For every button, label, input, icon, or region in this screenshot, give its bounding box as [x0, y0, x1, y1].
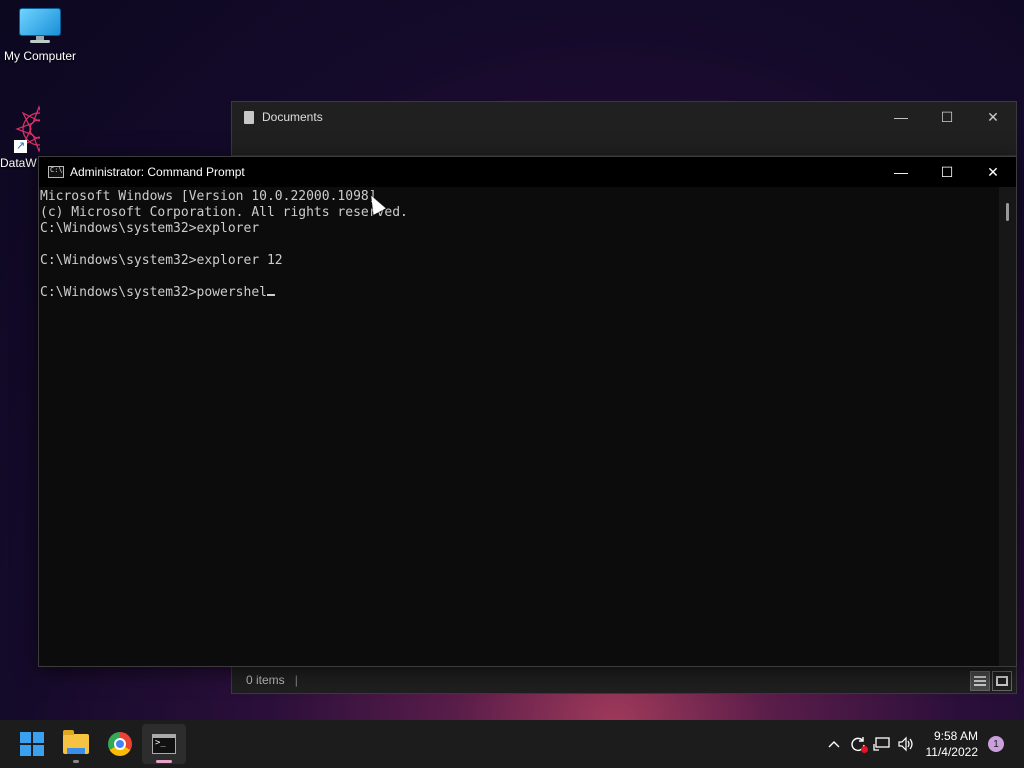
- clock[interactable]: 9:58 AM 11/4/2022: [926, 728, 979, 760]
- tiles-view-icon: [996, 676, 1008, 686]
- monitor-icon: [19, 8, 61, 43]
- file-explorer-taskbar-button[interactable]: [54, 724, 98, 764]
- chrome-taskbar-button[interactable]: [98, 724, 142, 764]
- cmd-scrollbar-thumb[interactable]: [1006, 203, 1009, 221]
- clock-time: 9:58 AM: [933, 729, 978, 743]
- status-separator: |: [294, 673, 298, 687]
- dataw-desktop-icon[interactable]: ↗ DataW: [0, 104, 40, 170]
- file-explorer-icon: [63, 730, 89, 754]
- explorer-titlebar[interactable]: Documents — ☐ ✕: [232, 102, 1016, 132]
- console-current-command: C:\Windows\system32>powershel: [40, 285, 267, 300]
- console-input-line[interactable]: C:\Windows\system32>powershel: [40, 285, 999, 301]
- explorer-close-button[interactable]: ✕: [970, 102, 1016, 132]
- cmd-scrollbar[interactable]: [999, 187, 1016, 666]
- text-cursor: [266, 294, 275, 296]
- shortcut-arrow-icon: ↗: [14, 140, 27, 153]
- my-computer-desktop-icon[interactable]: My Computer: [0, 8, 80, 63]
- network-icon[interactable]: [870, 732, 894, 756]
- item-count: 0 items: [246, 673, 285, 687]
- console-line: Microsoft Windows [Version 10.0.22000.10…: [40, 189, 377, 204]
- system-tray: 9:58 AM 11/4/2022 1: [822, 720, 1024, 768]
- explorer-title: Documents: [262, 110, 323, 124]
- command-prompt-taskbar-button[interactable]: [142, 724, 186, 764]
- start-button[interactable]: [10, 724, 54, 764]
- show-hidden-icons-chevron-icon[interactable]: [822, 732, 846, 756]
- explorer-minimize-button[interactable]: —: [878, 102, 924, 132]
- desktop-icon-label: DataW: [0, 156, 37, 170]
- cmd-icon: [48, 166, 64, 178]
- details-view-button[interactable]: [970, 671, 990, 691]
- cmd-minimize-button[interactable]: —: [878, 157, 924, 187]
- cmd-close-button[interactable]: ✕: [970, 157, 1016, 187]
- command-prompt-window[interactable]: Administrator: Command Prompt — ☐ ✕ Micr…: [38, 156, 1017, 667]
- notification-badge[interactable]: 1: [988, 736, 1004, 752]
- desktop-icon-label: My Computer: [3, 49, 77, 63]
- taskbar: 9:58 AM 11/4/2022 1: [0, 720, 1024, 768]
- explorer-maximize-button[interactable]: ☐: [924, 102, 970, 132]
- document-icon: [244, 110, 254, 124]
- tiles-view-button[interactable]: [992, 671, 1012, 691]
- console-line: C:\Windows\system32>explorer: [40, 221, 260, 236]
- volume-icon[interactable]: [894, 732, 918, 756]
- console-line: C:\Windows\system32>explorer 12: [40, 253, 283, 268]
- explorer-statusbar: 0 items |: [232, 667, 1016, 693]
- cmd-title: Administrator: Command Prompt: [70, 165, 245, 179]
- running-indicator: [156, 760, 172, 763]
- cmd-maximize-button[interactable]: ☐: [924, 157, 970, 187]
- command-prompt-icon: [152, 734, 176, 754]
- explorer-toolbar: [232, 132, 1016, 156]
- running-indicator: [73, 760, 79, 763]
- chrome-icon: [108, 732, 132, 756]
- start-icon: [20, 732, 44, 756]
- details-view-icon: [974, 676, 986, 686]
- clock-date: 11/4/2022: [925, 745, 979, 759]
- console-line: (c) Microsoft Corporation. All rights re…: [40, 205, 408, 220]
- console-output[interactable]: Microsoft Windows [Version 10.0.22000.10…: [39, 187, 999, 666]
- sync-error-icon[interactable]: [846, 732, 870, 756]
- cmd-titlebar[interactable]: Administrator: Command Prompt — ☐ ✕: [39, 157, 1016, 187]
